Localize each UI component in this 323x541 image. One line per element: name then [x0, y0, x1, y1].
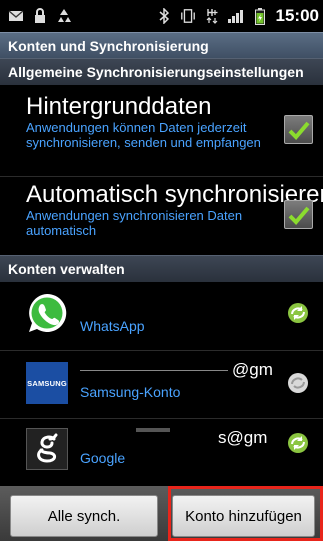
- data-hplus-icon: [204, 8, 220, 24]
- setting-description: Anwendungen können Daten jederzeit synch…: [26, 120, 261, 150]
- setting-title: Hintergrunddaten: [26, 93, 212, 120]
- account-row-whatsapp[interactable]: WhatsApp: [0, 282, 323, 350]
- redacted-email-bar: [80, 370, 228, 371]
- battery-icon: [252, 7, 268, 25]
- status-time: 15:00: [275, 6, 319, 25]
- account-name: Samsung-Konto: [80, 384, 181, 400]
- account-email: s@gm: [218, 428, 268, 447]
- auto-sync-checkbox[interactable]: [284, 200, 313, 229]
- general-section-header: Allgemeine Synchronisierungseinstellunge…: [0, 58, 323, 85]
- setting-title: Automatisch synchronisieren: [26, 181, 323, 208]
- vibrate-icon: [180, 8, 196, 24]
- page-title: Konten und Synchronisierung: [0, 32, 323, 58]
- setting-description: Anwendungen synchronisieren Daten automa…: [26, 208, 243, 238]
- background-data-checkbox[interactable]: [284, 115, 313, 144]
- lock-icon: [32, 8, 48, 24]
- account-name: WhatsApp: [80, 318, 145, 334]
- signal-icon: [227, 8, 244, 24]
- sync-icon: [287, 372, 309, 394]
- redacted-email-bar: [136, 428, 170, 432]
- samsung-logo: SAMSUNG: [26, 362, 68, 404]
- check-icon: [288, 206, 310, 225]
- check-icon: [288, 121, 310, 140]
- message-icon: [8, 8, 24, 24]
- sync-icon: [287, 432, 309, 454]
- status-bar: 15:00: [0, 0, 323, 32]
- account-name: Google: [80, 450, 126, 466]
- sync-all-button[interactable]: Alle synch.: [10, 495, 158, 537]
- bottom-action-bar: Alle synch. Konto hinzufügen: [0, 486, 323, 541]
- whatsapp-icon: [26, 292, 68, 334]
- account-email: @gm: [232, 360, 273, 379]
- account-row-samsung[interactable]: SAMSUNG @gm Samsung-Konto: [0, 350, 323, 418]
- add-account-button[interactable]: Konto hinzufügen: [172, 495, 315, 537]
- sync-icon: [287, 302, 309, 324]
- bluetooth-icon: [156, 8, 172, 24]
- setting-auto-sync[interactable]: Automatisch synchronisieren Anwendungen …: [0, 181, 323, 251]
- google-icon: [26, 428, 68, 470]
- accounts-section-header: Konten verwalten: [0, 255, 323, 282]
- setting-background-data[interactable]: Hintergrunddaten Anwendungen können Date…: [0, 93, 323, 171]
- samsung-logo-text: SAMSUNG: [27, 378, 67, 388]
- recycle-icon: [56, 8, 72, 24]
- divider: [0, 176, 323, 177]
- account-row-google[interactable]: s@gm Google: [0, 418, 323, 486]
